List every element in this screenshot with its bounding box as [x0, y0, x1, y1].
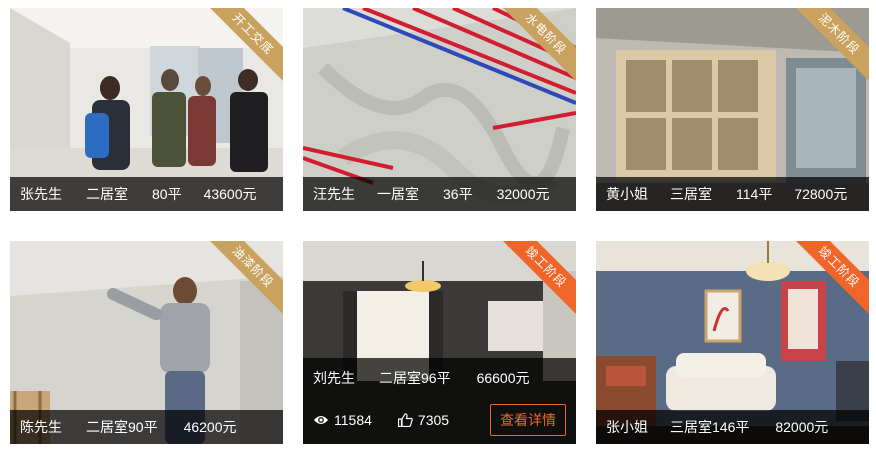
thumbs-up-icon	[397, 413, 413, 427]
owner-name: 黄小姐	[606, 186, 648, 202]
room-layout: 二居室96平	[379, 370, 451, 386]
room-area: 36平	[443, 186, 473, 202]
case-info-bar: 黄小姐 三居室 114平 72800元	[596, 177, 869, 211]
like-count[interactable]: 7305	[397, 412, 450, 428]
case-price: 43600元	[203, 186, 257, 202]
case-price: 66600元	[476, 370, 530, 386]
eye-icon	[314, 416, 328, 424]
owner-name: 汪先生	[313, 186, 355, 202]
case-price: 72800元	[794, 186, 848, 202]
case-info-bar: 汪先生 一居室 36平 32000元	[303, 177, 576, 211]
case-card-3[interactable]: 泥木阶段 黄小姐 三居室 114平 72800元	[596, 8, 869, 211]
owner-name: 张小姐	[606, 419, 648, 435]
case-info-bar: 张小姐 三居室146平 82000元	[596, 410, 869, 444]
room-layout: 二居室90平	[86, 419, 158, 435]
case-info-bar: 陈先生 二居室90平 46200元	[10, 410, 283, 444]
case-price: 82000元	[775, 419, 829, 435]
case-price: 32000元	[496, 186, 550, 202]
case-price: 46200元	[183, 419, 237, 435]
room-area: 80平	[152, 186, 182, 202]
room-layout: 一居室	[377, 186, 419, 202]
case-card-5[interactable]: 竣工阶段 刘先生 二居室96平 66600元 11584 7305 查看详情	[303, 241, 576, 444]
case-info-bar: 张先生 二居室 80平 43600元	[10, 177, 283, 211]
case-card-4[interactable]: 油漆阶段 陈先生 二居室90平 46200元	[10, 241, 283, 444]
case-card-6[interactable]: 竣工阶段 张小姐 三居室146平 82000元	[596, 241, 869, 444]
view-count-value: 11584	[334, 412, 372, 428]
owner-name: 刘先生	[313, 370, 355, 386]
room-layout: 二居室	[86, 186, 128, 202]
view-count: 11584	[313, 412, 372, 428]
case-info-panel: 刘先生 二居室96平 66600元 11584 7305 查看详情	[303, 358, 576, 444]
room-area: 114平	[736, 186, 773, 202]
like-count-value: 7305	[417, 412, 450, 428]
room-layout: 三居室146平	[670, 419, 750, 435]
owner-name: 张先生	[20, 186, 62, 202]
view-details-button[interactable]: 查看详情	[490, 404, 566, 436]
case-card-2[interactable]: 水电阶段 汪先生 一居室 36平 32000元	[303, 8, 576, 211]
case-card-1[interactable]: 开工交底 张先生 二居室 80平 43600元	[10, 8, 283, 211]
owner-name: 陈先生	[20, 419, 62, 435]
room-layout: 三居室	[670, 186, 712, 202]
